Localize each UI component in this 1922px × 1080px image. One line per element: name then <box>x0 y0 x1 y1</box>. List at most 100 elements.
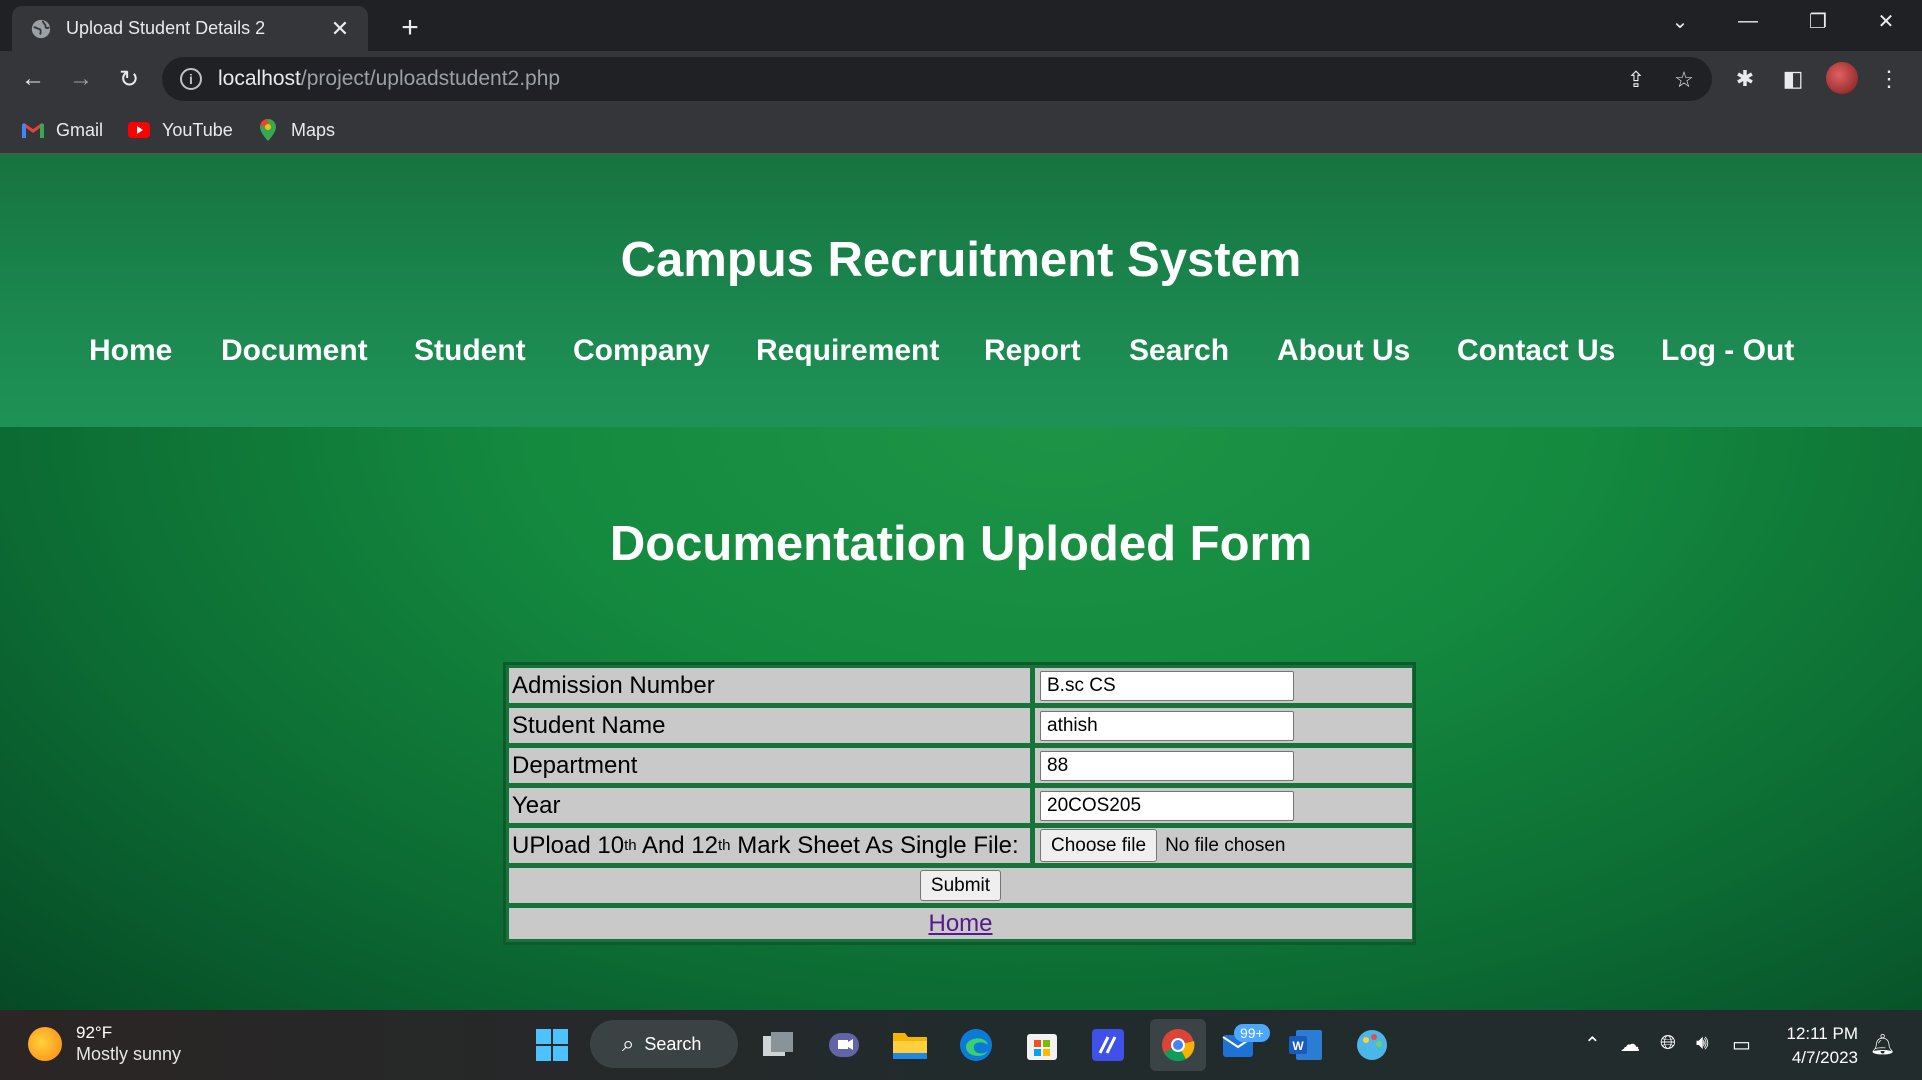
windows-taskbar: 92°F Mostly sunny ⌕ Search 99+ W ⌃ ☁ 🌐︎ <box>0 1010 1922 1080</box>
tab-title: Upload Student Details 2 <box>66 18 266 38</box>
browser-tab[interactable]: Upload Student Details 2 ✕ <box>12 6 368 51</box>
nav-document[interactable]: Document <box>221 334 368 368</box>
year-cell <box>1035 788 1412 823</box>
address-bar[interactable]: i localhost/project/uploadstudent2.php ⇪… <box>162 57 1712 101</box>
admission-number-input[interactable] <box>1040 670 1294 701</box>
nav-requirement[interactable]: Requirement <box>756 334 939 368</box>
site-header: Campus Recruitment System Home Document … <box>0 154 1922 427</box>
chrome-icon[interactable] <box>1150 1019 1206 1071</box>
forward-icon[interactable]: → <box>64 62 98 96</box>
show-hidden-icons[interactable]: ⌃ <box>1584 1032 1601 1057</box>
label-year: Year <box>509 788 1030 823</box>
paint-icon[interactable] <box>1352 1025 1392 1065</box>
nav-log-out[interactable]: Log - Out <box>1661 334 1794 368</box>
home-link[interactable]: Home <box>928 910 992 938</box>
submit-row: Submit <box>509 868 1412 903</box>
site-info-icon[interactable]: i <box>180 68 202 90</box>
profile-avatar[interactable] <box>1826 62 1858 94</box>
nav-student[interactable]: Student <box>414 334 526 368</box>
home-link-row: Home <box>509 908 1412 939</box>
submit-button[interactable]: Submit <box>919 870 1002 901</box>
taskbar-search[interactable]: ⌕ Search <box>590 1020 738 1068</box>
word-icon[interactable]: W <box>1286 1025 1326 1065</box>
bookmarks-bar: Gmail YouTube Maps <box>0 106 1922 154</box>
nav-company[interactable]: Company <box>573 334 710 368</box>
site-title: Campus Recruitment System <box>620 233 1302 287</box>
taskbar-search-label: Search <box>644 1033 702 1054</box>
student-name-input[interactable] <box>1040 710 1294 741</box>
notifications-icon[interactable]: 🔔︎ <box>1870 1032 1895 1057</box>
file-label-part: UPload 10 <box>512 831 625 859</box>
bookmark-label: YouTube <box>162 119 233 140</box>
label-admission-number: Admission Number <box>509 668 1030 703</box>
file-label-part: Mark Sheet As Single File: <box>730 831 1019 859</box>
side-panel-icon[interactable]: ◧ <box>1776 62 1810 96</box>
volume-icon[interactable]: 🔊︎ <box>1696 1032 1709 1055</box>
close-tab-icon[interactable]: ✕ <box>326 15 354 43</box>
new-tab-icon[interactable]: + <box>392 10 428 46</box>
clock-time: 12:11 PM <box>1786 1024 1858 1043</box>
nav-home[interactable]: Home <box>89 334 172 368</box>
clock-date: 4/7/2023 <box>1791 1048 1858 1067</box>
reload-icon[interactable]: ↻ <box>112 62 146 96</box>
nav-report[interactable]: Report <box>984 334 1081 368</box>
minimize-icon[interactable]: — <box>1716 0 1780 42</box>
network-globe-icon[interactable]: 🌐︎ <box>1660 1032 1676 1055</box>
browser-chrome: Upload Student Details 2 ✕ + ⌄ — ❐ ✕ ← →… <box>0 0 1922 154</box>
maps-pin-icon <box>257 119 279 141</box>
file-label-part: And 12 <box>636 831 719 859</box>
label-department: Department <box>509 748 1030 783</box>
bookmark-gmail[interactable]: Gmail <box>22 116 103 144</box>
weather-condition: Mostly sunny <box>76 1044 182 1064</box>
share-icon[interactable]: ⇪ <box>1621 65 1651 95</box>
system-clock[interactable]: 12:11 PM 4/7/2023 <box>1768 1022 1858 1070</box>
back-icon[interactable]: ← <box>16 62 50 96</box>
form-title: Documentation Uploded Form <box>609 517 1313 571</box>
svg-text:W: W <box>1292 1039 1304 1053</box>
start-icon[interactable] <box>532 1025 572 1065</box>
weather-widget[interactable]: 92°F Mostly sunny <box>28 1023 181 1065</box>
choose-file-button[interactable]: Choose file <box>1040 829 1158 862</box>
file-label-sup: th <box>624 837 637 854</box>
menu-icon[interactable]: ⋮ <box>1872 62 1906 96</box>
bookmark-maps[interactable]: Maps <box>257 116 335 144</box>
label-student-name: Student Name <box>509 708 1030 743</box>
year-input[interactable] <box>1040 790 1294 821</box>
weather-temperature: 92°F <box>76 1023 113 1042</box>
battery-icon[interactable]: ▭ <box>1732 1032 1751 1057</box>
search-icon: ⌕ <box>622 1031 635 1056</box>
bookmark-youtube[interactable]: YouTube <box>128 116 233 144</box>
youtube-icon <box>128 121 150 139</box>
microsoft-store-icon[interactable] <box>1022 1025 1062 1065</box>
label-mark-sheet-upload: UPload 10th And 12th Mark Sheet As Singl… <box>509 828 1030 863</box>
file-explorer-icon[interactable] <box>890 1025 930 1065</box>
page-content: Campus Recruitment System Home Document … <box>0 154 1922 1010</box>
department-input[interactable] <box>1040 750 1294 781</box>
tab-search-icon[interactable]: ⌄ <box>1648 0 1712 42</box>
nav-about-us[interactable]: About Us <box>1277 334 1410 368</box>
tab-strip: Upload Student Details 2 ✕ + ⌄ — ❐ ✕ <box>0 0 1922 51</box>
bookmark-label: Maps <box>291 119 336 140</box>
task-view-icon[interactable] <box>758 1025 798 1065</box>
extensions-icon[interactable]: ✱ <box>1728 62 1762 96</box>
nav-contact-us[interactable]: Contact Us <box>1457 334 1615 368</box>
url-host: localhost <box>218 67 301 90</box>
admission-number-cell <box>1035 668 1412 703</box>
edge-icon[interactable] <box>956 1025 996 1065</box>
student-name-cell <box>1035 708 1412 743</box>
close-window-icon[interactable]: ✕ <box>1854 0 1918 42</box>
gmail-icon <box>22 121 44 139</box>
notification-badge: 99+ <box>1234 1024 1270 1042</box>
code-app-icon[interactable] <box>1088 1025 1128 1065</box>
nav-search[interactable]: Search <box>1129 334 1229 368</box>
upload-form-table: Admission Number Student Name Department… <box>503 662 1416 945</box>
bookmark-star-icon[interactable]: ☆ <box>1669 65 1699 95</box>
file-status: No file chosen <box>1165 834 1286 856</box>
file-label-sup: th <box>718 837 731 854</box>
restore-icon[interactable]: ❐ <box>1786 0 1850 42</box>
onedrive-error-icon[interactable]: ☁ <box>1620 1032 1640 1057</box>
department-cell <box>1035 748 1412 783</box>
weather-sun-icon <box>28 1027 62 1061</box>
bookmark-label: Gmail <box>56 119 104 140</box>
teams-chat-icon[interactable] <box>824 1025 864 1065</box>
